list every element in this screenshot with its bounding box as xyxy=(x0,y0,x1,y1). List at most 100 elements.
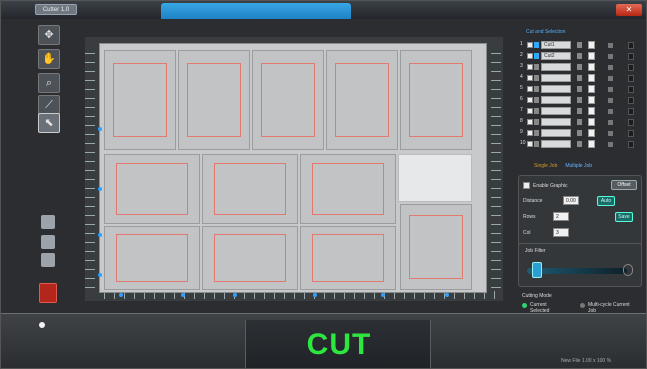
layer-color-swatch[interactable] xyxy=(534,141,539,147)
layer-end-box[interactable] xyxy=(628,141,634,148)
layer-toggle[interactable] xyxy=(588,107,595,115)
layer-color-swatch[interactable] xyxy=(534,130,539,136)
layer-option-icon[interactable] xyxy=(577,53,582,59)
cut-cell[interactable] xyxy=(400,204,472,290)
layer-color-swatch[interactable] xyxy=(534,75,539,81)
layer-color-swatch[interactable] xyxy=(534,86,539,92)
knife-icon[interactable]: ⟋ xyxy=(38,95,60,115)
cut-cell[interactable] xyxy=(400,50,472,150)
canvas-area[interactable] xyxy=(85,37,503,301)
layer-end-box[interactable] xyxy=(628,53,634,60)
layer-option-icon[interactable] xyxy=(577,97,582,103)
cut-cell[interactable] xyxy=(202,226,298,290)
cut-button[interactable]: CUT xyxy=(245,320,431,368)
layer-visible-checkbox[interactable] xyxy=(527,64,533,70)
enable-graphic-checkbox[interactable] xyxy=(523,182,530,189)
offset-button[interactable]: Offset xyxy=(611,180,637,190)
layer-color-swatch[interactable] xyxy=(534,64,539,70)
layer-name-field[interactable]: Cut2 xyxy=(541,52,571,60)
layer-color-swatch[interactable] xyxy=(534,53,539,59)
cut-cell[interactable] xyxy=(104,226,200,290)
page-icon[interactable] xyxy=(41,235,55,249)
job-filter-knob[interactable] xyxy=(531,262,542,278)
cut-cell[interactable] xyxy=(178,50,250,150)
layer-name-field[interactable] xyxy=(541,96,571,104)
layer-row[interactable]: 2 Cut2 xyxy=(520,52,644,61)
layer-option-icon[interactable] xyxy=(577,64,582,70)
layer-visible-checkbox[interactable] xyxy=(527,141,533,147)
layer-option-icon[interactable] xyxy=(577,42,582,48)
stop-button[interactable] xyxy=(39,283,57,303)
layer-toggle[interactable] xyxy=(588,41,595,49)
layer-visible-checkbox[interactable] xyxy=(527,53,533,59)
layer-name-field[interactable] xyxy=(541,63,571,71)
multiple-job-option[interactable]: Multiple Job xyxy=(565,163,592,169)
layer-row[interactable]: 7 xyxy=(520,107,644,116)
layer-visible-checkbox[interactable] xyxy=(527,130,533,136)
close-button[interactable]: ✕ xyxy=(616,4,642,16)
empty-cell[interactable] xyxy=(398,154,472,202)
layer-toggle[interactable] xyxy=(588,129,595,137)
layer-toggle[interactable] xyxy=(588,63,595,71)
work-sheet[interactable] xyxy=(99,43,487,293)
layer-name-field[interactable] xyxy=(541,140,571,148)
layer-visible-checkbox[interactable] xyxy=(527,119,533,125)
layer-name-field[interactable] xyxy=(541,74,571,82)
cut-cell[interactable] xyxy=(104,154,200,224)
layer-row[interactable]: 10 xyxy=(520,140,644,149)
layer-toggle[interactable] xyxy=(588,52,595,60)
layer-row[interactable]: 8 xyxy=(520,118,644,127)
settings-icon[interactable] xyxy=(41,253,55,267)
layer-toggle[interactable] xyxy=(588,96,595,104)
single-job-option[interactable]: Single Job xyxy=(534,163,557,169)
layer-end-box[interactable] xyxy=(628,64,634,71)
layers-icon[interactable] xyxy=(41,215,55,229)
layer-option-icon[interactable] xyxy=(577,119,582,125)
layer-end-box[interactable] xyxy=(628,130,634,137)
cols-field[interactable]: 3 xyxy=(553,228,569,237)
layer-visible-checkbox[interactable] xyxy=(527,97,533,103)
layer-name-field[interactable] xyxy=(541,85,571,93)
layer-option-icon[interactable] xyxy=(577,86,582,92)
layer-row[interactable]: 3 xyxy=(520,63,644,72)
cut-cell[interactable] xyxy=(326,50,398,150)
layer-end-box[interactable] xyxy=(628,75,634,82)
layer-row[interactable]: 9 xyxy=(520,129,644,138)
layer-end-box[interactable] xyxy=(628,97,634,104)
layer-toggle[interactable] xyxy=(588,140,595,148)
multi-cycle-radio[interactable] xyxy=(580,303,585,308)
layer-visible-checkbox[interactable] xyxy=(527,42,533,48)
cut-cell[interactable] xyxy=(300,154,396,224)
title-active-tab[interactable] xyxy=(161,3,351,19)
move-icon[interactable]: ✥ xyxy=(38,25,60,45)
cut-cell[interactable] xyxy=(202,154,298,224)
layer-end-box[interactable] xyxy=(628,42,634,49)
current-selected-radio[interactable] xyxy=(522,303,527,308)
layer-option-icon[interactable] xyxy=(577,130,582,136)
layer-name-field[interactable] xyxy=(541,107,571,115)
layer-end-box[interactable] xyxy=(628,86,634,93)
rows-field[interactable]: 2 xyxy=(553,212,569,221)
layer-color-swatch[interactable] xyxy=(534,119,539,125)
layer-color-swatch[interactable] xyxy=(534,108,539,114)
job-filter-slider[interactable] xyxy=(527,268,627,274)
layer-option-icon[interactable] xyxy=(577,141,582,147)
layer-toggle[interactable] xyxy=(588,85,595,93)
layer-color-swatch[interactable] xyxy=(534,42,539,48)
cut-cell[interactable] xyxy=(104,50,176,150)
layer-visible-checkbox[interactable] xyxy=(527,86,533,92)
layer-row[interactable]: 6 xyxy=(520,96,644,105)
layer-name-field[interactable] xyxy=(541,129,571,137)
layer-color-swatch[interactable] xyxy=(534,97,539,103)
layer-toggle[interactable] xyxy=(588,74,595,82)
save-button[interactable]: Save xyxy=(615,212,633,222)
layer-visible-checkbox[interactable] xyxy=(527,108,533,114)
layer-end-box[interactable] xyxy=(628,119,634,126)
layer-toggle[interactable] xyxy=(588,118,595,126)
layer-option-icon[interactable] xyxy=(577,75,582,81)
auto-button[interactable]: Auto xyxy=(597,196,615,206)
layer-visible-checkbox[interactable] xyxy=(527,75,533,81)
layer-row[interactable]: 5 xyxy=(520,85,644,94)
layer-name-field[interactable]: Cut1 xyxy=(541,41,571,49)
distance-field[interactable]: 0.00 xyxy=(563,196,579,205)
